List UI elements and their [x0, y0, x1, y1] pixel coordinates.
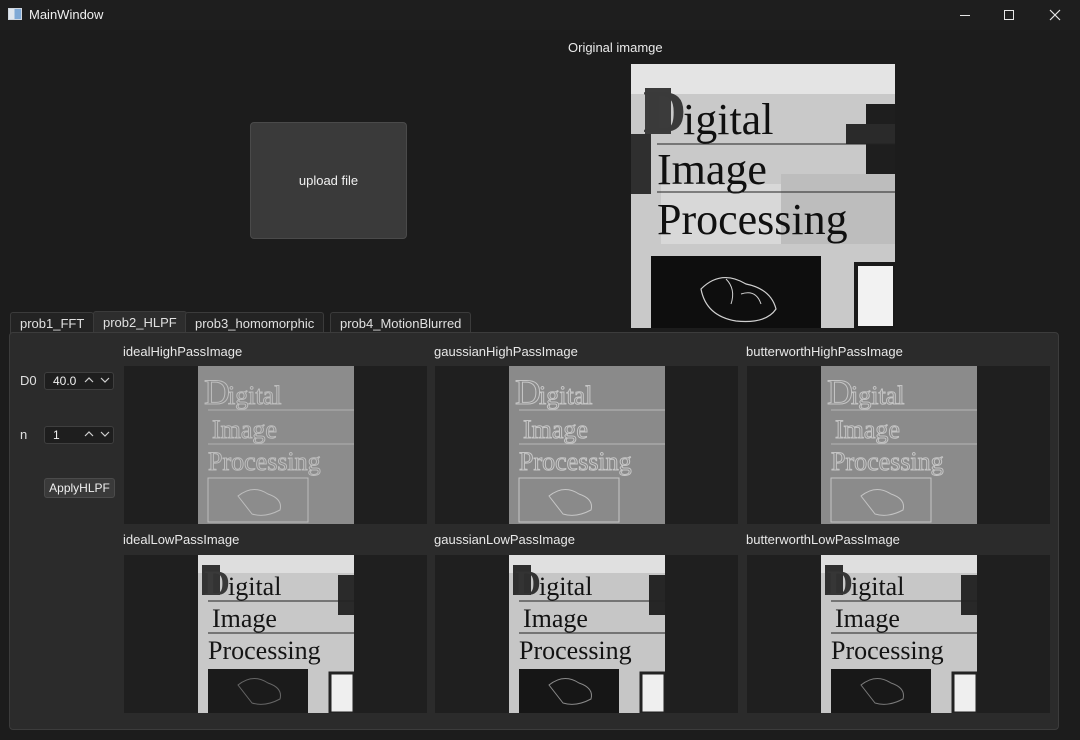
gaussian-low-pass-image: D igital Image Processing — [509, 555, 665, 713]
gaussian-high-art-line-2: Image — [523, 415, 588, 444]
chevron-up-icon[interactable] — [83, 429, 95, 441]
n-spinbox[interactable]: 1 — [44, 426, 114, 444]
ideal-low-label: idealLowPassImage — [123, 532, 240, 547]
tab-prob2-hlpf[interactable]: prob2_HLPF — [93, 311, 187, 333]
d0-value: 40.0 — [53, 374, 77, 388]
tab-prob3-homomorphic[interactable]: prob3_homomorphic — [185, 312, 325, 333]
ideal-low-art-initial: D — [204, 563, 230, 603]
ideal-low-art-line-1: igital — [228, 572, 281, 601]
minimize-icon — [960, 14, 970, 16]
gaussian-high-pass-image: D igital Image Processing — [509, 366, 665, 524]
ideal-high-art-initial: D — [204, 372, 230, 412]
gaussian-low-pass-view: D igital Image Processing — [435, 555, 738, 713]
butterworth-low-art-line-3: Processing — [831, 636, 944, 665]
ideal-high-art-line-2: Image — [212, 415, 277, 444]
title-bar: MainWindow — [0, 0, 1080, 30]
ideal-high-pass-image: D igital Image Processing — [198, 366, 354, 524]
minimize-button[interactable] — [942, 0, 988, 30]
d0-spinbox[interactable]: 40.0 — [44, 372, 114, 390]
chevron-down-icon[interactable] — [99, 429, 111, 441]
gaussian-low-art-line-2: Image — [523, 604, 588, 633]
tab-prob1-fft[interactable]: prob1_FFT — [10, 312, 95, 333]
upload-file-button[interactable]: upload file — [250, 122, 407, 239]
ideal-high-label: idealHighPassImage — [123, 344, 243, 359]
butterworth-low-art-initial: D — [827, 563, 853, 603]
orig-art-line-1: igital — [683, 95, 773, 144]
butterworth-low-art-line-2: Image — [835, 604, 900, 633]
butterworth-high-art-line-1: igital — [851, 381, 904, 410]
butterworth-high-pass-view: D igital Image Processing — [747, 366, 1050, 524]
gaussian-high-art-line-1: igital — [539, 381, 592, 410]
orig-art-initial: D — [643, 79, 686, 145]
n-value: 1 — [53, 428, 60, 442]
original-image-label: Original imamge — [568, 40, 663, 55]
ideal-low-pass-image: D igital Image Processing — [198, 555, 354, 713]
gaussian-high-art-initial: D — [515, 372, 541, 412]
d0-label: D0 — [20, 373, 37, 388]
gaussian-low-label: gaussianLowPassImage — [434, 532, 575, 547]
ideal-high-pass-view: D igital Image Processing — [124, 366, 427, 524]
close-icon — [1049, 9, 1061, 21]
orig-art-line-2: Image — [657, 145, 767, 194]
gaussian-low-art-line-3: Processing — [519, 636, 632, 665]
butterworth-high-art-initial: D — [827, 372, 853, 412]
app-icon — [8, 8, 22, 20]
n-label: n — [20, 427, 28, 442]
gaussian-high-art-line-3: Processing — [519, 447, 632, 476]
butterworth-high-pass-image: D igital Image Processing — [821, 366, 977, 524]
ideal-high-art-line-3: Processing — [208, 447, 321, 476]
window-title: MainWindow — [29, 7, 104, 22]
ideal-low-pass-view: D igital Image Processing — [124, 555, 427, 713]
apply-hlpf-button[interactable]: ApplyHLPF — [44, 478, 115, 498]
ideal-low-art-line-3: Processing — [208, 636, 321, 665]
close-button[interactable] — [1032, 0, 1078, 30]
gaussian-low-art-initial: D — [515, 563, 541, 603]
gaussian-high-label: gaussianHighPassImage — [434, 344, 578, 359]
original-image: D igital Image Processing — [631, 64, 895, 328]
chevron-down-icon[interactable] — [99, 375, 111, 387]
gaussian-high-pass-view: D igital Image Processing — [435, 366, 738, 524]
butterworth-high-art-line-3: Processing — [831, 447, 944, 476]
maximize-button[interactable] — [986, 0, 1032, 30]
butterworth-low-pass-view: D igital Image Processing — [747, 555, 1050, 713]
tab-prob4-motionblurred[interactable]: prob4_MotionBlurred — [330, 312, 472, 333]
butterworth-low-label: butterworthLowPassImage — [746, 532, 900, 547]
butterworth-high-art-line-2: Image — [835, 415, 900, 444]
butterworth-low-pass-image: D igital Image Processing — [821, 555, 977, 713]
maximize-icon — [1004, 10, 1014, 20]
chevron-up-icon[interactable] — [83, 375, 95, 387]
ideal-high-art-line-1: igital — [228, 381, 281, 410]
orig-art-line-3: Processing — [657, 195, 848, 244]
butterworth-high-label: butterworthHighPassImage — [746, 344, 903, 359]
ideal-low-art-line-2: Image — [212, 604, 277, 633]
gaussian-low-art-line-1: igital — [539, 572, 592, 601]
butterworth-low-art-line-1: igital — [851, 572, 904, 601]
